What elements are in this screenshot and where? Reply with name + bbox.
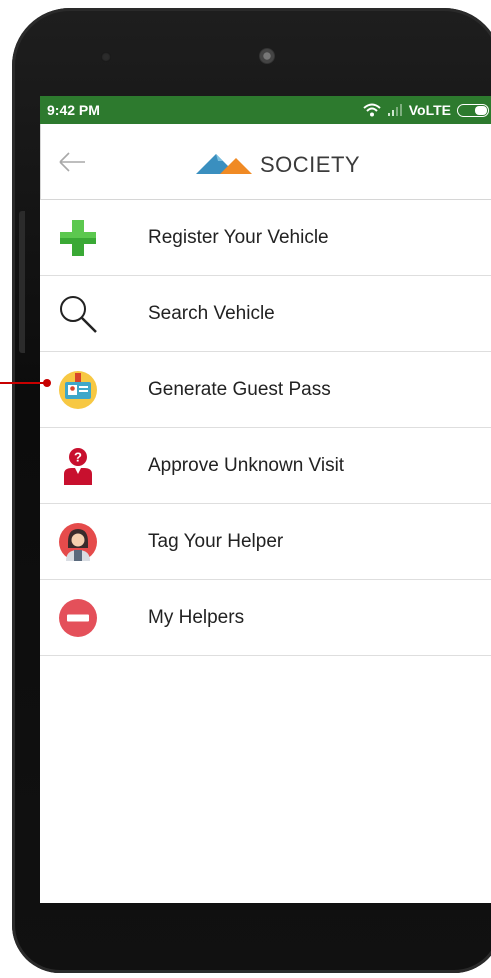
menu-label: Register Your Vehicle (148, 226, 329, 248)
minus-circle-icon (59, 599, 97, 637)
phone-speaker (259, 48, 275, 64)
network-label: VoLTE (408, 102, 451, 118)
helper-icon (59, 523, 97, 561)
id-badge-icon (59, 371, 97, 409)
search-icon (60, 296, 97, 333)
menu-label: Search Vehicle (148, 302, 275, 324)
battery-icon (457, 103, 489, 117)
menu-item-register-vehicle[interactable]: Register Your Vehicle (40, 200, 491, 276)
menu-item-guest-pass[interactable]: Generate Guest Pass (40, 352, 491, 428)
menu-label: Approve Unknown Visit (148, 454, 345, 476)
plus-icon (60, 220, 96, 256)
phone-frame: 9:42 PM VoLTE SOCIETY Register Your Vehi… (12, 8, 491, 973)
menu-item-search-vehicle[interactable]: Search Vehicle (40, 276, 491, 352)
menu-label: My Helpers (148, 606, 245, 628)
mountain-logo-icon (196, 154, 252, 174)
screen: 9:42 PM VoLTE SOCIETY Register Your Vehi… (40, 96, 491, 903)
signal-icon (387, 104, 402, 116)
app-logo: SOCIETY (196, 146, 360, 178)
main-menu: Register Your Vehicle Search Vehicle Gen… (40, 200, 491, 656)
front-camera (101, 52, 111, 62)
app-bar: SOCIETY (40, 124, 491, 200)
status-bar: 9:42 PM VoLTE (40, 96, 491, 124)
menu-item-tag-helper[interactable]: Tag Your Helper (40, 504, 491, 580)
svg-text:?: ? (74, 450, 82, 465)
menu-label: Tag Your Helper (148, 530, 284, 552)
menu-item-approve-visit[interactable]: ? Approve Unknown Visit (40, 428, 491, 504)
unknown-person-icon: ? (64, 448, 92, 485)
logo-text: SOCIETY (260, 152, 361, 177)
status-time: 9:42 PM (47, 102, 100, 118)
callout-pointer (0, 379, 51, 387)
menu-item-my-helpers[interactable]: My Helpers (40, 580, 491, 656)
menu-label: Generate Guest Pass (148, 378, 331, 400)
wifi-icon (363, 103, 381, 117)
back-arrow-icon[interactable] (57, 147, 87, 177)
phone-side-button (19, 211, 25, 353)
